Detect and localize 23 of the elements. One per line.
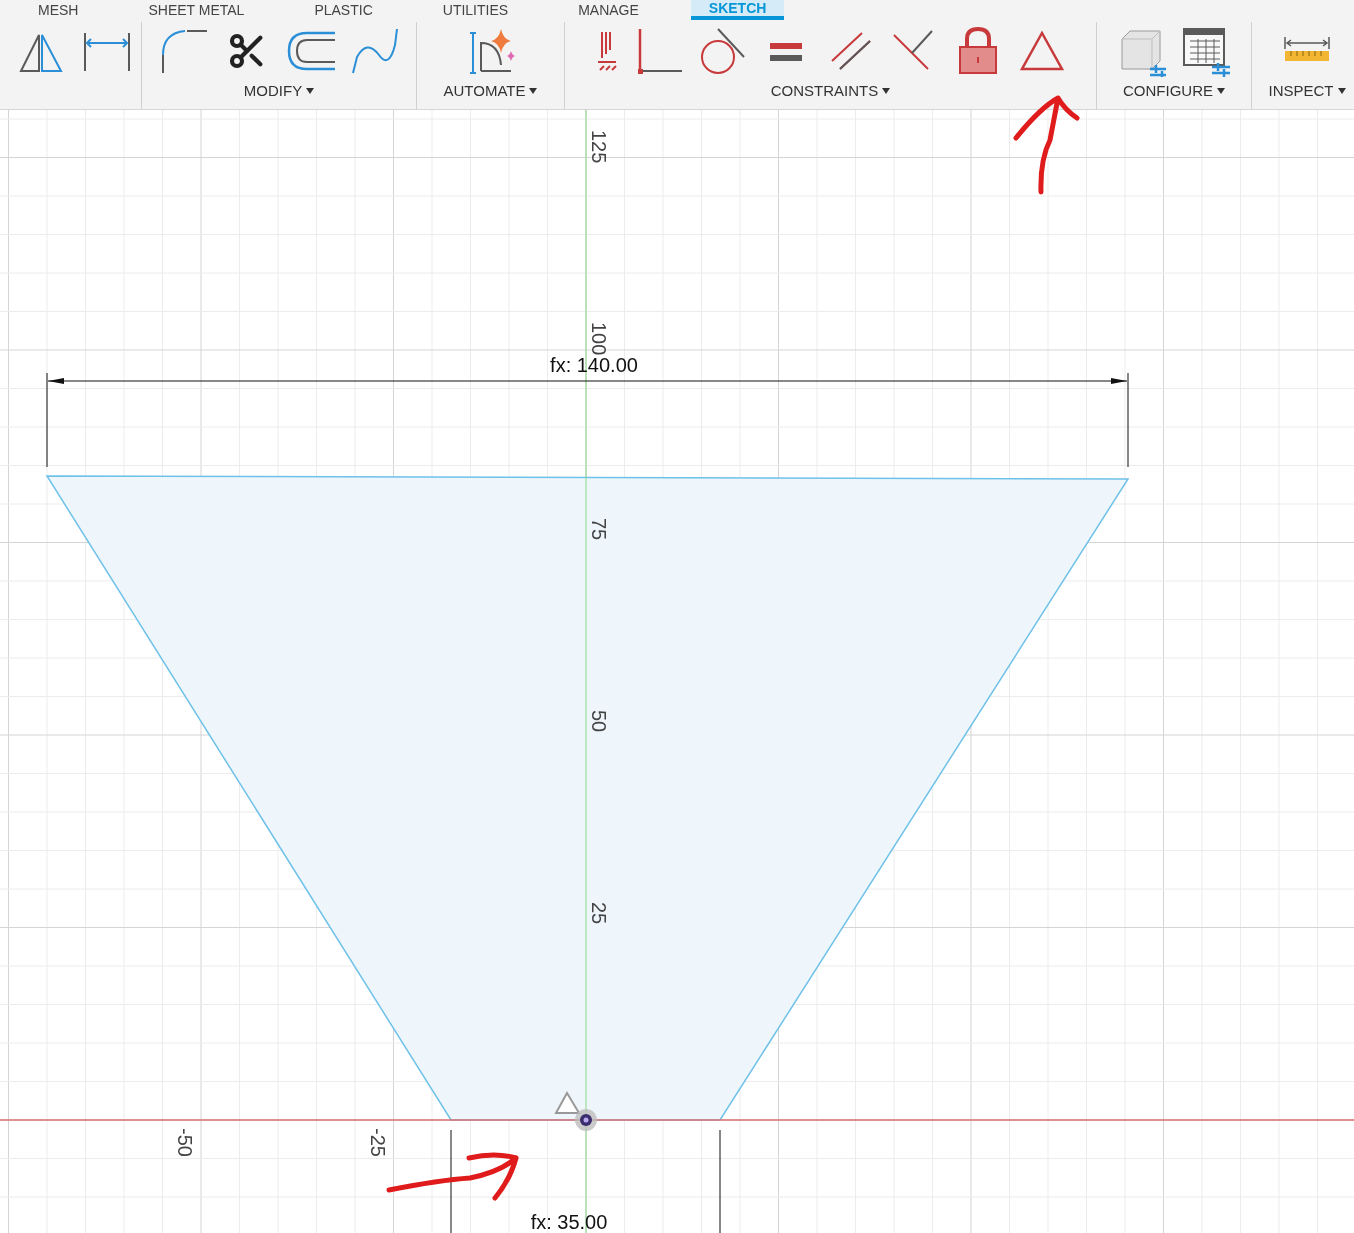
ribbon-tab[interactable]: UTILITIES (424, 0, 527, 20)
ribbon-tab[interactable]: MANAGE (560, 0, 657, 20)
origin-point (575, 1109, 597, 1131)
axis-label: -25 (367, 1128, 389, 1157)
axis-label: 100 (588, 322, 610, 356)
group-menu-button[interactable]: INSPECT (1268, 80, 1346, 103)
dimension-value: fx: 140.00 (550, 354, 638, 376)
group-menu-button[interactable]: CONFIGURE (1123, 80, 1225, 103)
constraint-triangle-icon (554, 1091, 581, 1114)
axis-label: 25 (588, 902, 610, 925)
group-menu-button[interactable]: AUTOMATE (443, 80, 538, 103)
axis-label: 50 (588, 710, 610, 733)
table-icon (1180, 25, 1232, 77)
ribbon-tab[interactable]: SHEET METAL (130, 0, 263, 20)
ribbon-tab[interactable]: MESH (20, 0, 97, 20)
tool-button[interactable] (1180, 25, 1232, 77)
ribbon-tab[interactable]: PLASTIC (296, 0, 391, 20)
axis-label: -50 (174, 1128, 196, 1157)
group-menu-button[interactable]: CONSTRAINTS (770, 80, 891, 103)
group-menu-button[interactable]: MODIFY (243, 80, 315, 103)
axis-label: 125 (588, 130, 610, 164)
dimension-value: fx: 35.00 (530, 1211, 608, 1233)
axis-label: 75 (588, 518, 610, 541)
